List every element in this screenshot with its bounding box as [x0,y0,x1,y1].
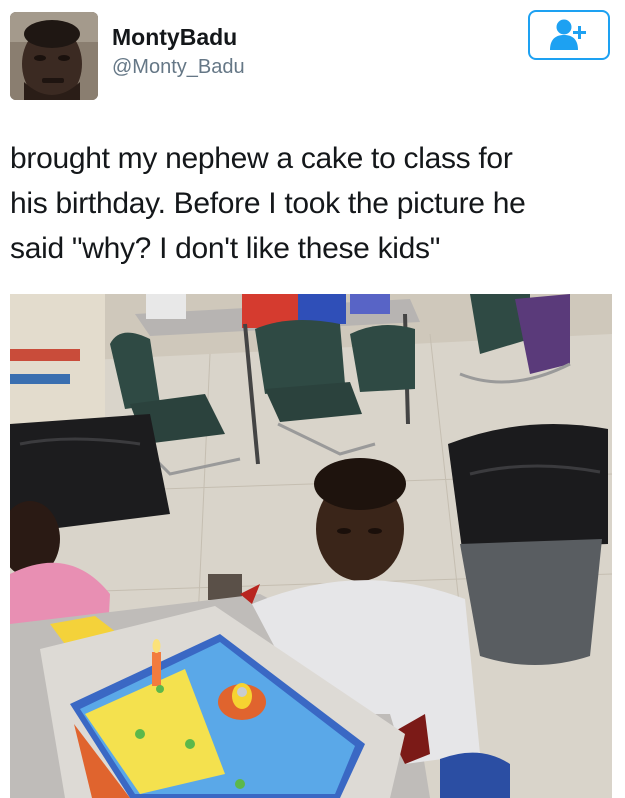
follow-button[interactable] [528,10,610,60]
add-user-icon [550,19,586,50]
avatar-image [10,12,98,100]
user-handle[interactable]: @Monty_Badu [112,56,245,79]
tweet-text-line: said "why? I don't like these kids" [10,232,441,265]
tweet-text: brought my nephew a cake to class for hi… [10,136,615,271]
tweet-text-line: his birthday. Before I took the picture … [10,187,526,220]
tweet-text-line: brought my nephew a cake to class for [10,142,513,175]
avatar[interactable] [10,12,98,100]
tweet-photo[interactable] [10,294,612,798]
display-name[interactable]: MontyBadu [112,24,237,51]
classroom-photo [10,294,612,798]
